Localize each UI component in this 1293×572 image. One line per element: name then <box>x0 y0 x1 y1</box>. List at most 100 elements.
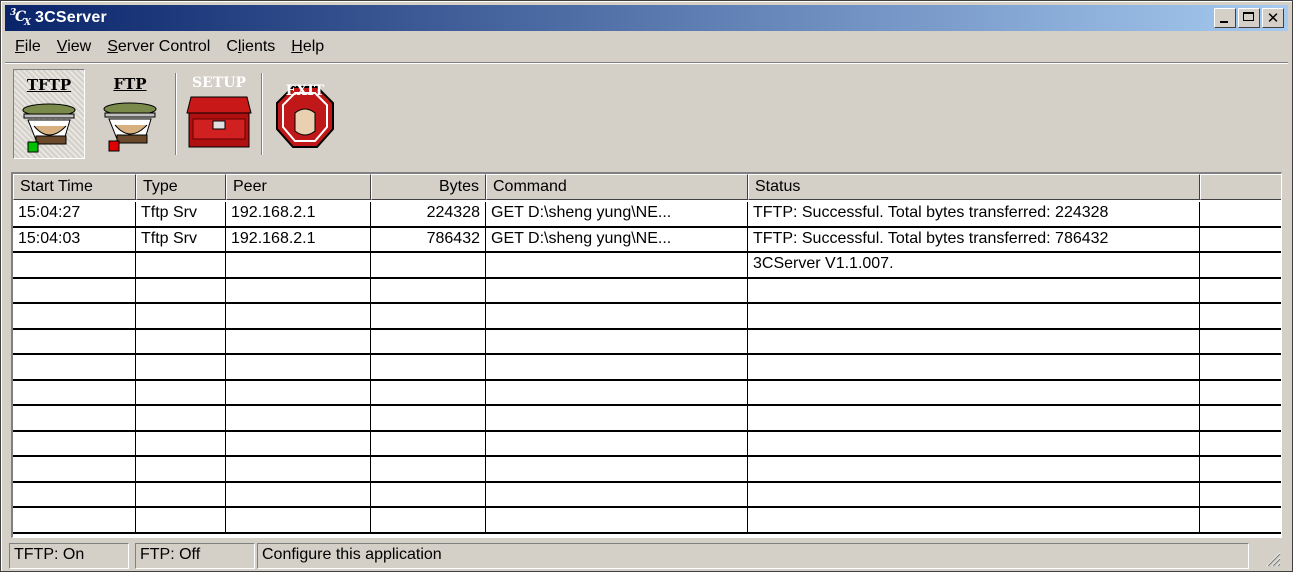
cell-peer <box>226 457 371 481</box>
cell-peer <box>226 253 371 277</box>
cell-bytes <box>371 278 486 302</box>
cell-peer: 192.168.2.1 <box>226 202 371 226</box>
column-extra[interactable] <box>1200 174 1281 200</box>
cell-extra <box>1200 253 1281 277</box>
app-window: 3CX 3CServer ✕ File View Server Control … <box>0 0 1293 572</box>
cell-bytes <box>371 457 486 481</box>
cell-command <box>486 304 748 328</box>
table-row[interactable] <box>13 304 1281 330</box>
table-row[interactable] <box>13 380 1281 406</box>
table-row[interactable] <box>13 406 1281 432</box>
cell-command <box>486 380 748 404</box>
column-start-time[interactable]: Start Time <box>13 174 136 200</box>
menu-file[interactable]: File <box>7 34 49 60</box>
cell-type: Tftp Srv <box>136 227 226 251</box>
cell-type <box>136 355 226 379</box>
minimize-button[interactable] <box>1214 8 1236 28</box>
exit-toolbar-button[interactable]: EXIT <box>269 69 341 159</box>
cell-bytes <box>371 355 486 379</box>
cell-extra <box>1200 355 1281 379</box>
cell-extra <box>1200 228 1281 252</box>
table-row[interactable] <box>13 457 1281 483</box>
cell-peer <box>226 482 371 506</box>
cell-extra <box>1200 508 1281 532</box>
cell-type <box>136 406 226 430</box>
3cx-logo-icon[interactable]: 3CX <box>9 8 31 28</box>
status-bar: TFTP: On FTP: Off Configure this applica… <box>9 543 1285 569</box>
menu-clients[interactable]: Clients <box>218 34 283 60</box>
menu-server-control[interactable]: Server Control <box>99 34 218 60</box>
cell-start-time <box>13 380 136 404</box>
cell-extra <box>1200 330 1281 354</box>
cell-status: TFTP: Successful. Total bytes transferre… <box>748 227 1200 251</box>
table-row[interactable] <box>13 508 1281 534</box>
maximize-button[interactable] <box>1238 8 1260 28</box>
table-row[interactable]: 15:04:03 Tftp Srv 192.168.2.1 786432 GET D:\… <box>13 227 1281 253</box>
close-button[interactable]: ✕ <box>1262 8 1284 28</box>
cell-command <box>486 406 748 430</box>
cell-start-time <box>13 482 136 506</box>
cell-start-time <box>13 457 136 481</box>
title-bar[interactable]: 3CX 3CServer ✕ <box>5 5 1288 31</box>
cell-status <box>748 380 1200 404</box>
minimize-icon <box>1220 21 1228 23</box>
table-row[interactable]: 3CServer V1.1.007. <box>13 253 1281 279</box>
cell-command <box>486 329 748 353</box>
column-type[interactable]: Type <box>136 174 226 200</box>
cell-extra <box>1200 483 1281 507</box>
cell-status <box>748 406 1200 430</box>
menu-bar: File View Server Control Clients Help <box>7 34 332 60</box>
setup-toolbar-button[interactable]: SETUP <box>183 69 255 159</box>
cell-start-time: 15:04:03 <box>13 227 136 251</box>
resize-grip-icon[interactable] <box>1263 549 1281 567</box>
cell-start-time <box>13 329 136 353</box>
maximize-icon <box>1243 12 1254 21</box>
table-row[interactable] <box>13 355 1281 381</box>
menu-view[interactable]: View <box>49 34 99 60</box>
cell-bytes <box>371 329 486 353</box>
list-header: Start Time Type Peer Bytes Command Statu… <box>13 174 1281 200</box>
toolbar-divider <box>175 73 177 155</box>
table-row[interactable] <box>13 278 1281 304</box>
cell-peer: 192.168.2.1 <box>226 227 371 251</box>
cell-type <box>136 508 226 532</box>
column-bytes[interactable]: Bytes <box>371 174 486 200</box>
ftp-toolbar-button[interactable]: FTP <box>91 69 169 159</box>
tftp-toolbar-button[interactable]: TFTP <box>13 69 85 159</box>
cell-extra <box>1200 406 1281 430</box>
toolbar: TFTP FTP SETUP EXIT <box>13 69 347 165</box>
column-peer[interactable]: Peer <box>226 174 371 200</box>
cell-bytes <box>371 482 486 506</box>
column-status[interactable]: Status <box>748 174 1200 200</box>
cell-type <box>136 278 226 302</box>
menu-help[interactable]: Help <box>283 34 332 60</box>
cell-extra <box>1200 432 1281 456</box>
ftp-label: FTP <box>113 75 147 93</box>
cell-command <box>486 508 748 532</box>
table-row[interactable] <box>13 329 1281 355</box>
cell-peer <box>226 431 371 455</box>
cell-type <box>136 482 226 506</box>
cell-status <box>748 329 1200 353</box>
table-row[interactable] <box>13 482 1281 508</box>
cell-type <box>136 431 226 455</box>
table-row[interactable] <box>13 431 1281 457</box>
column-command[interactable]: Command <box>486 174 748 200</box>
table-row[interactable]: 15:04:27 Tftp Srv 192.168.2.1 224328 GET D:\… <box>13 202 1281 228</box>
cell-type <box>136 253 226 277</box>
cell-command <box>486 253 748 277</box>
cell-type <box>136 380 226 404</box>
cell-type <box>136 457 226 481</box>
cell-peer <box>226 380 371 404</box>
tftp-label: TFTP <box>26 76 72 94</box>
transfer-list[interactable]: Start Time Type Peer Bytes Command Statu… <box>11 172 1282 538</box>
cell-bytes: 786432 <box>371 227 486 251</box>
cell-bytes: 224328 <box>371 202 486 226</box>
list-rows: 15:04:27 Tftp Srv 192.168.2.1 224328 GET D:\… <box>13 202 1281 534</box>
cell-status <box>748 278 1200 302</box>
cell-extra <box>1200 279 1281 303</box>
cell-type <box>136 304 226 328</box>
cell-start-time <box>13 508 136 532</box>
cell-extra <box>1200 202 1281 226</box>
cell-command: GET D:\sheng yung\NE... <box>486 202 748 226</box>
